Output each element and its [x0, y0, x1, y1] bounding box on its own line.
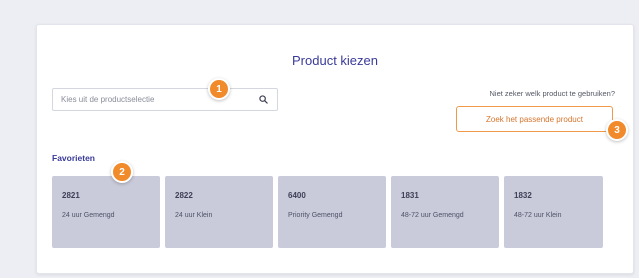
favorite-name: Priority Gemengd	[288, 212, 343, 219]
step-badge-1: 1	[208, 78, 230, 100]
favorite-tile[interactable]: 6400 Priority Gemengd	[278, 176, 386, 248]
favorite-tile[interactable]: 2822 24 uur Klein	[165, 176, 273, 248]
favorite-code: 6400	[288, 191, 306, 200]
favorite-code: 2822	[175, 191, 193, 200]
step-badge-3: 3	[606, 119, 628, 141]
search-icon[interactable]	[257, 94, 269, 106]
page-title: Product kiezen	[292, 53, 378, 68]
favorite-name: 48-72 uur Klein	[514, 212, 562, 219]
product-search-input[interactable]	[61, 95, 257, 104]
help-text: Niet zeker welk product te gebruiken?	[489, 89, 615, 98]
favorite-code: 2821	[62, 191, 80, 200]
favorites-label: Favorieten	[52, 153, 95, 163]
favorite-code: 1832	[514, 191, 532, 200]
favorite-name: 48-72 uur Gemengd	[401, 212, 464, 219]
favorite-name: 24 uur Gemengd	[62, 212, 115, 219]
find-product-button[interactable]: Zoek het passende product	[456, 106, 613, 132]
favorite-name: 24 uur Klein	[175, 212, 213, 219]
product-selection-card: Product kiezen Niet zeker welk product t…	[36, 24, 634, 274]
favorite-code: 1831	[401, 191, 419, 200]
favorite-tile[interactable]: 1832 48-72 uur Klein	[504, 176, 603, 248]
favorite-tile[interactable]: 1831 48-72 uur Gemengd	[391, 176, 499, 248]
product-search-field[interactable]	[52, 88, 278, 111]
favorite-tile[interactable]: 2821 24 uur Gemengd	[52, 176, 160, 248]
step-badge-2: 2	[111, 161, 133, 183]
favorites-list: 2821 24 uur Gemengd 2822 24 uur Klein 64…	[52, 176, 603, 248]
